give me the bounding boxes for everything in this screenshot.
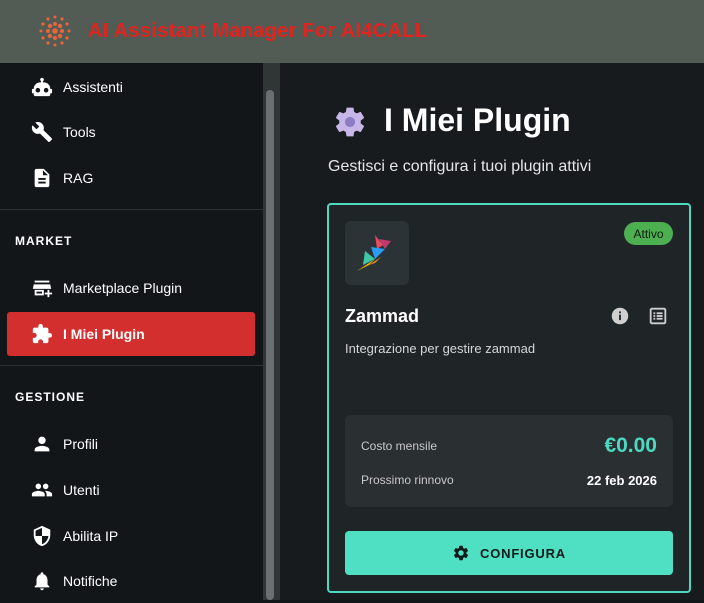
sidebar-item-label: Marketplace Plugin [63,280,183,296]
people-icon [31,483,53,497]
sidebar-item-assistenti[interactable]: Assistenti [7,65,255,109]
gear-icon [335,107,365,137]
shield-icon [33,525,51,547]
sidebar-divider [0,209,263,210]
page-title: I Miei Plugin [384,102,571,138]
sidebar-item-profili[interactable]: Profili [7,422,255,466]
sidebar-item-label: Assistenti [63,79,123,95]
cost-label: Costo mensile [361,439,438,453]
section-label-gestione: GESTIONE [15,390,86,404]
page-subtitle: Gestisci e configura i tuoi plugin attiv… [328,158,592,175]
bell-icon [34,572,50,591]
renewal-date: 22 feb 2026 [586,473,657,488]
sidebar-item-abilita-ip[interactable]: Abilita IP [7,514,255,558]
zammad-logo-icon [357,235,391,271]
top-bar: AI Assistant Manager For AI4CALL [0,0,704,63]
app-logo-icon [39,15,71,47]
sidebar-item-label: RAG [63,170,94,186]
sidebar-item-label: Profili [63,436,99,452]
info-icon[interactable] [609,305,631,327]
sidebar-item-rag[interactable]: RAG [7,156,255,200]
sidebar-item-i-miei-plugin[interactable]: I Miei Plugin [7,312,255,356]
sidebar-item-label: Abilita IP [63,528,119,544]
sidebar-divider [0,365,263,366]
cost-value: €0.00 [604,434,657,457]
plugin-logo [345,221,409,285]
plugin-description: Integrazione per gestire zammad [345,341,536,356]
section-label-market: MARKET [15,234,73,248]
plugin-name: Zammad [345,306,420,326]
sidebar-item-utenti[interactable]: Utenti [7,468,255,512]
wrench-icon [31,122,53,143]
app-title: AI Assistant Manager For AI4CALL [88,20,428,42]
sidebar-scrollbar-thumb[interactable] [266,90,274,600]
status-badge: Attivo [624,222,673,245]
sidebar-item-tools[interactable]: Tools [7,110,255,154]
renewal-label: Prossimo rinnovo [361,473,454,487]
sidebar-item-marketplace-plugin[interactable]: Marketplace Plugin [7,266,255,310]
list-details-icon[interactable] [647,305,669,327]
gear-icon [454,545,469,561]
robot-icon [31,77,53,97]
sidebar-item-label: Tools [63,124,96,140]
sidebar-item-label: Utenti [63,482,100,498]
billing-box [345,415,673,507]
puzzle-icon [32,323,53,344]
document-icon [34,168,50,188]
sidebar-item-label: I Miei Plugin [63,326,145,342]
configure-button[interactable]: CONFIGURA [345,531,673,575]
store-add-icon [32,280,53,298]
configure-button-label: CONFIGURA [480,545,566,561]
person-icon [34,436,50,452]
sidebar-item-label: Notifiche [63,573,118,589]
sidebar-item-notifiche[interactable]: Notifiche [7,559,255,603]
